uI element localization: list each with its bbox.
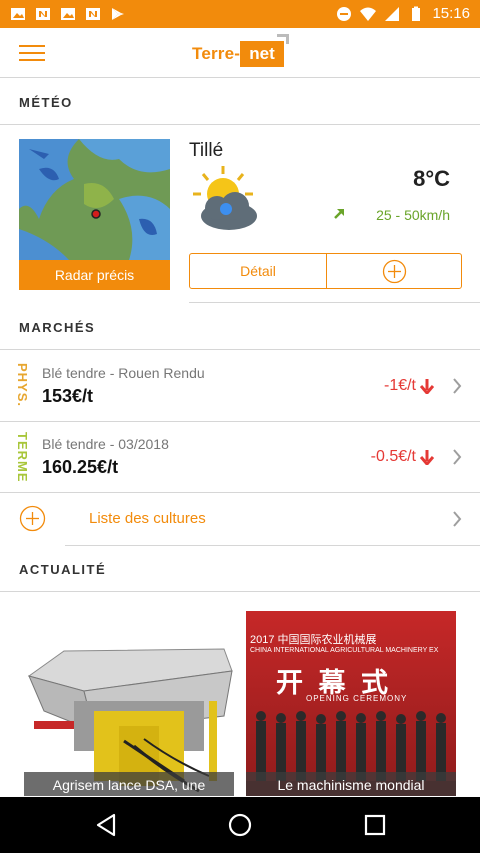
navigation-bar <box>0 797 480 853</box>
terme-tag: TERME <box>15 432 30 483</box>
market-name: Blé tendre - Rouen Rendu <box>42 365 205 381</box>
battery-icon <box>412 6 421 21</box>
city-name: Tillé <box>189 140 224 161</box>
market-change: -0.5€/t <box>370 448 416 465</box>
news-caption: Agrisem lance DSA, une <box>24 772 234 796</box>
marches-section-header: MARCHÉS <box>0 304 480 350</box>
market-name: Blé tendre - 03/2018 <box>42 436 169 452</box>
home-icon[interactable] <box>226 811 254 839</box>
banner-text: 2017 中国国际农业机械展 <box>250 634 377 646</box>
radar-precis-button[interactable]: Radar précis <box>19 260 170 290</box>
status-time: 15:16 <box>432 5 470 22</box>
market-row[interactable]: TERME Blé tendre - 03/2018 160.25€/t -0.… <box>0 422 480 493</box>
divider <box>189 302 480 303</box>
weather-actions: Détail <box>189 253 462 289</box>
market-change: -1€/t <box>383 377 416 394</box>
hamburger-icon <box>19 45 45 47</box>
market-row[interactable]: PHYS. Blé tendre - Rouen Rendu 153€/t -1… <box>0 351 480 422</box>
recents-icon[interactable] <box>361 811 389 839</box>
play-store-icon <box>112 8 124 20</box>
add-location-button[interactable] <box>327 254 461 288</box>
hamburger-icon-line <box>19 52 45 54</box>
banner-subtext: CHINA INTERNATIONAL AGRICULTURAL MACHINE… <box>250 647 439 654</box>
market-price: 153€/t <box>42 386 94 406</box>
liste-des-cultures-row[interactable]: Liste des cultures <box>0 493 480 546</box>
wind-speed: 25 - 50km/h <box>376 207 450 223</box>
image-icon <box>61 8 75 20</box>
actualite-section-header: ACTUALITÉ <box>0 546 480 592</box>
plus-circle-icon <box>382 259 406 283</box>
news-caption: Le machinisme mondial <box>246 772 456 796</box>
sun-cloud-rain-icon <box>193 166 257 230</box>
plus-circle-icon <box>19 505 46 532</box>
phys-tag: PHYS. <box>15 363 30 408</box>
meteo-section-title: MÉTÉO <box>19 95 73 110</box>
news-image-spreader <box>24 611 234 796</box>
market-price: 160.25€/t <box>42 457 119 477</box>
chevron-right-icon <box>453 511 462 527</box>
logo-box-text: net <box>249 44 275 63</box>
app-bar: Terre- net <box>0 28 480 78</box>
dnd-icon <box>337 6 352 21</box>
logo-text: Terre- <box>192 44 241 63</box>
signal-icon <box>385 6 400 21</box>
news-icon <box>36 8 50 20</box>
chevron-right-icon <box>453 449 462 465</box>
detail-button[interactable]: Détail <box>190 254 327 288</box>
liste-des-cultures-label: Liste des cultures <box>89 510 206 527</box>
radar-widget[interactable]: Radar précis <box>19 139 170 290</box>
logo-flag <box>277 34 289 44</box>
image-icon <box>11 8 25 20</box>
back-icon[interactable] <box>92 811 120 839</box>
radar-map <box>19 139 170 260</box>
temperature: 8°C <box>413 166 450 191</box>
terre-net-logo: Terre- net <box>192 34 292 70</box>
news-card[interactable]: Agrisem lance DSA, une <box>24 611 234 796</box>
arrow-down-icon <box>420 450 434 465</box>
marches-section-title: MARCHÉS <box>19 320 96 335</box>
arrow-up-right-icon <box>334 209 344 219</box>
meteo-section-header: MÉTÉO <box>0 79 480 125</box>
hamburger-icon-line <box>19 59 45 61</box>
arrow-down-icon <box>420 379 434 394</box>
news-icon <box>86 8 100 20</box>
status-bar: 15:16 <box>0 0 480 28</box>
chevron-right-icon <box>453 378 462 394</box>
wifi-icon <box>360 7 377 21</box>
news-card[interactable]: 2017 中国国际农业机械展 CHINA INTERNATIONAL AGRIC… <box>246 611 456 796</box>
banner-english: OPENING CEREMONY <box>306 694 408 703</box>
actualite-section-title: ACTUALITÉ <box>19 562 107 577</box>
menu-button[interactable] <box>19 45 45 63</box>
